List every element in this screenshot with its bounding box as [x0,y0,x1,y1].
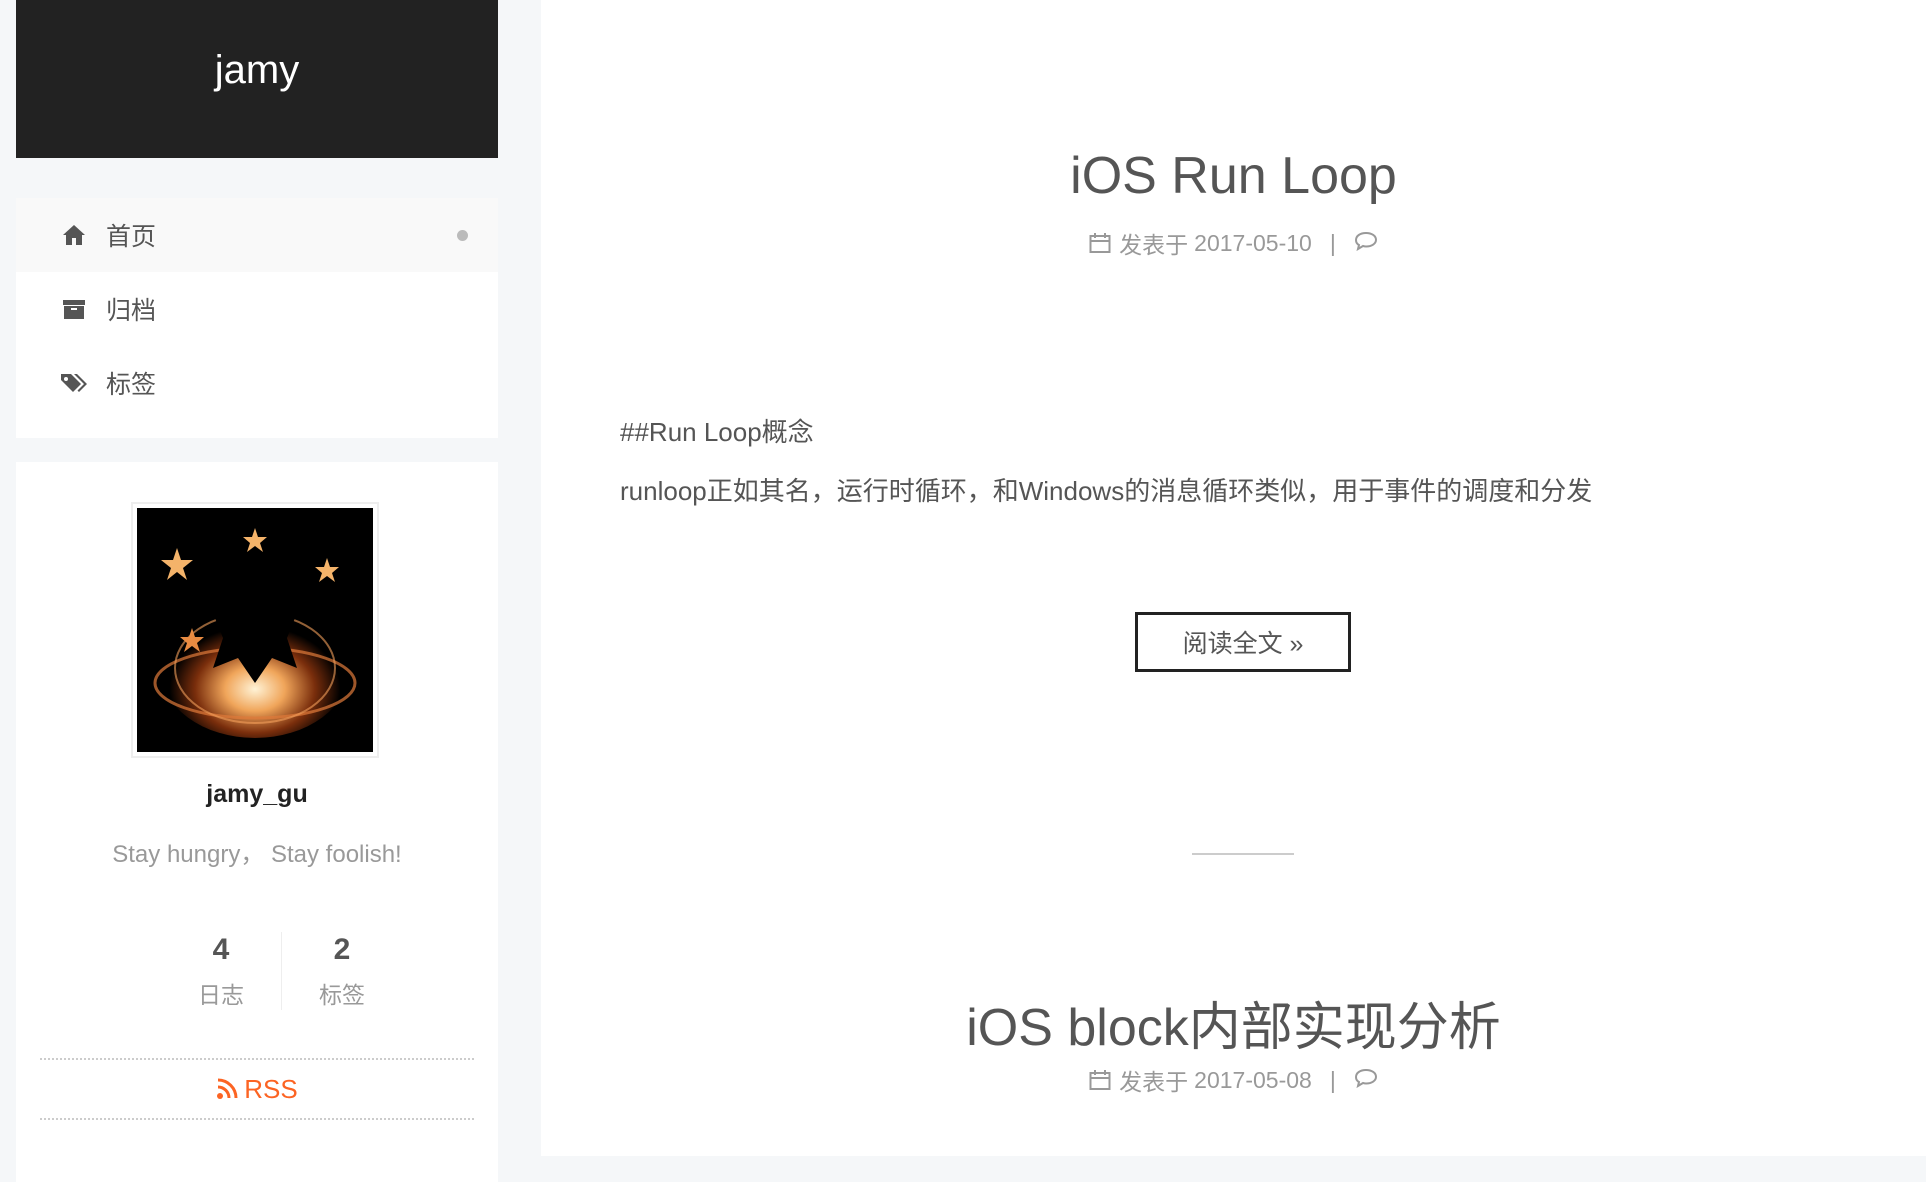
menu-item-tags[interactable]: 标签 [16,346,498,420]
rss-link[interactable]: RSS [216,1073,298,1105]
stat-tags-label: 标签 [319,982,365,1008]
post-title[interactable]: iOS Run Loop [541,146,1926,206]
menu-item-archives[interactable]: 归档 [16,272,498,346]
post-title[interactable]: iOS block内部实现分析 [541,985,1926,1060]
comment-icon[interactable] [1354,1067,1378,1094]
stat-posts-count: 4 [212,933,230,966]
menu-label-tags: 标签 [106,371,157,399]
calendar-icon [1089,232,1111,254]
feed-link-area: RSS [40,1058,474,1120]
menu-label-archives: 归档 [106,297,157,325]
comment-icon[interactable] [1354,230,1378,257]
stat-tags-count: 2 [333,933,351,966]
post-excerpt-line: runloop正如其名，运行时循环，和Windows的消息循环类似，用于事件的调… [620,476,1593,506]
avatar [131,502,379,758]
rss-icon [217,1078,238,1099]
site-nav: 首页 归档 标签 [16,198,498,438]
post-meta: 发表于 2017-05-10 | [541,226,1926,260]
rss-label: RSS [244,1073,298,1104]
site-description: Stay hungry， Stay foolish! [112,841,402,868]
site-stats: 4 日志 2 标签 [161,932,402,1010]
site-overview: jamy_gu Stay hungry， Stay foolish! 4 日志 … [16,462,498,1182]
main-content: iOS Run Loop 发表于 2017-05-10 | ##Run Loop… [541,0,1926,1156]
sidebar: jamy 首页 归档 标签 jamy_gu Stay hungry， Stay … [16,0,498,1182]
post-excerpt: ##Run Loop概念 runloop正如其名，运行时循环，和Windows的… [541,412,1926,508]
post-date: 2017-05-08 [1194,1066,1312,1093]
site-brand: jamy [16,0,498,158]
post-divider [1192,853,1294,855]
post-meta-prefix: 发表于 [1119,1069,1189,1095]
stat-posts[interactable]: 4 日志 [161,932,281,1010]
active-indicator-dot [457,230,468,241]
post-date: 2017-05-10 [1194,229,1312,256]
stat-tags[interactable]: 2 标签 [281,932,402,1010]
stat-posts-label: 日志 [198,982,244,1008]
tags-icon [60,369,88,397]
meta-divider: | [1329,229,1336,256]
author-name: jamy_gu [206,780,308,808]
archive-icon [60,295,88,323]
meta-divider: | [1329,1066,1336,1093]
calendar-icon [1089,1069,1111,1091]
menu-label-home: 首页 [106,223,157,251]
read-more-button[interactable]: 阅读全文 » [1135,612,1351,672]
post-meta-prefix: 发表于 [1119,232,1189,258]
avatar-image [137,508,373,752]
site-title[interactable]: jamy [215,48,299,93]
post-excerpt-line: ##Run Loop概念 [620,417,814,447]
home-icon [60,221,88,249]
post-meta: 发表于 2017-05-08 | [541,1063,1926,1097]
menu-item-home[interactable]: 首页 [16,198,498,272]
